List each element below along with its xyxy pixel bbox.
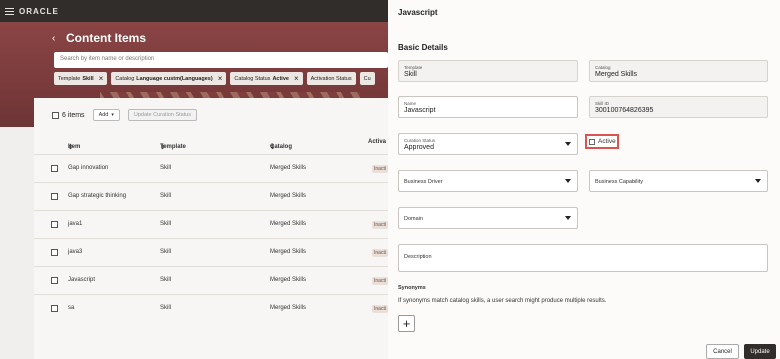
hamburger-menu-icon[interactable]: [5, 7, 14, 15]
status-badge: Inacti: [372, 221, 388, 229]
update-curation-status-button[interactable]: Update Curation Status: [127, 109, 198, 121]
chevron-down-icon: [755, 179, 761, 183]
column-header-activation[interactable]: Activa: [368, 139, 386, 145]
add-button[interactable]: Add ▾: [92, 109, 120, 121]
back-arrow-icon[interactable]: ‹: [52, 33, 55, 44]
row-checkbox[interactable]: [51, 249, 58, 256]
section-title: Basic Details: [398, 43, 448, 52]
list-toolbar: 6 items Add ▾ Update Curation Status: [52, 109, 198, 121]
synonyms-help-text: If synonyms match catalog skills, a user…: [398, 298, 607, 304]
business-driver-select[interactable]: Business Driver: [398, 170, 578, 192]
row-checkbox[interactable]: [51, 221, 58, 228]
filter-chip-catalog-status[interactable]: Catalog Status Active ×: [230, 72, 303, 85]
cancel-button[interactable]: Cancel: [706, 344, 739, 359]
filter-chip-template[interactable]: Template Skill ×: [54, 72, 108, 85]
table-row[interactable]: Gap innovation Skill Merged Skills Inact…: [34, 154, 388, 182]
top-bar: ORACLE: [0, 0, 388, 22]
business-capability-select[interactable]: Business Capability: [589, 170, 768, 192]
active-checkbox[interactable]: [589, 138, 595, 145]
search-input[interactable]: Search by item name or description: [54, 52, 388, 68]
table-row[interactable]: java1 Skill Merged Skills Inacti: [34, 210, 388, 238]
sort-icon: ⇕: [270, 145, 276, 151]
description-field[interactable]: Description: [398, 244, 768, 272]
name-field[interactable]: Name Javascript: [398, 96, 578, 118]
filter-chip-activation-status[interactable]: Activation Status: [306, 72, 356, 85]
synonyms-title: Synonyms: [398, 285, 426, 291]
chevron-down-icon: [565, 142, 571, 146]
status-badge: Inacti: [372, 277, 388, 285]
filter-chip-more[interactable]: Cu: [359, 72, 375, 85]
skill-id-field: Skill ID 300100764826395: [589, 96, 768, 118]
row-checkbox[interactable]: [51, 305, 58, 312]
row-checkbox[interactable]: [51, 165, 58, 172]
item-count: 6 items: [62, 111, 85, 119]
sort-icon: ⇕: [68, 145, 74, 151]
edit-skill-panel: Javascript Basic Details Template Skill …: [388, 0, 780, 359]
sort-icon: ⇕: [160, 145, 166, 151]
chevron-down-icon: [565, 216, 571, 220]
curation-status-select[interactable]: Curation Status Approved: [398, 133, 578, 155]
status-badge: Inacti: [372, 165, 388, 173]
table-row[interactable]: sa Skill Merged Skills Inacti: [34, 294, 388, 322]
content-items-list: 6 items Add ▾ Update Curation Status Ite…: [34, 98, 388, 359]
active-label: Active: [598, 138, 616, 145]
table-row[interactable]: Gap strategic thinking Skill Merged Skil…: [34, 182, 388, 210]
domain-select[interactable]: Domain: [398, 207, 578, 229]
status-badge: Inacti: [372, 249, 388, 257]
add-synonym-button[interactable]: +: [398, 315, 415, 332]
filter-chips: Template Skill × Catalog Language custm(La…: [54, 72, 375, 85]
table-row[interactable]: Javascript Skill Merged Skills Inacti: [34, 266, 388, 294]
active-checkbox-highlight[interactable]: Active: [585, 134, 619, 149]
row-checkbox[interactable]: [51, 277, 58, 284]
chevron-down-icon: ▾: [111, 112, 114, 118]
template-field: Template Skill: [398, 60, 578, 82]
update-button[interactable]: Update: [744, 344, 776, 359]
panel-title: Javascript: [398, 8, 438, 17]
catalog-field: Catalog Merged Skills: [589, 60, 768, 82]
close-icon[interactable]: ×: [218, 74, 223, 83]
close-icon[interactable]: ×: [294, 74, 299, 83]
row-checkbox[interactable]: [51, 193, 58, 200]
oracle-logo: ORACLE: [19, 6, 59, 16]
page-title: Content Items: [66, 31, 147, 45]
close-icon[interactable]: ×: [99, 74, 104, 83]
status-badge: Inacti: [372, 305, 388, 313]
chevron-down-icon: [565, 179, 571, 183]
filter-chip-catalog[interactable]: Catalog Language custm(Languages) ×: [111, 72, 227, 85]
table-row[interactable]: java3 Skill Merged Skills Inacti: [34, 238, 388, 266]
table-header: Item ⇕ Template ⇕ Catalog ⇕ Activa: [68, 139, 387, 151]
select-all-checkbox[interactable]: [52, 111, 59, 119]
